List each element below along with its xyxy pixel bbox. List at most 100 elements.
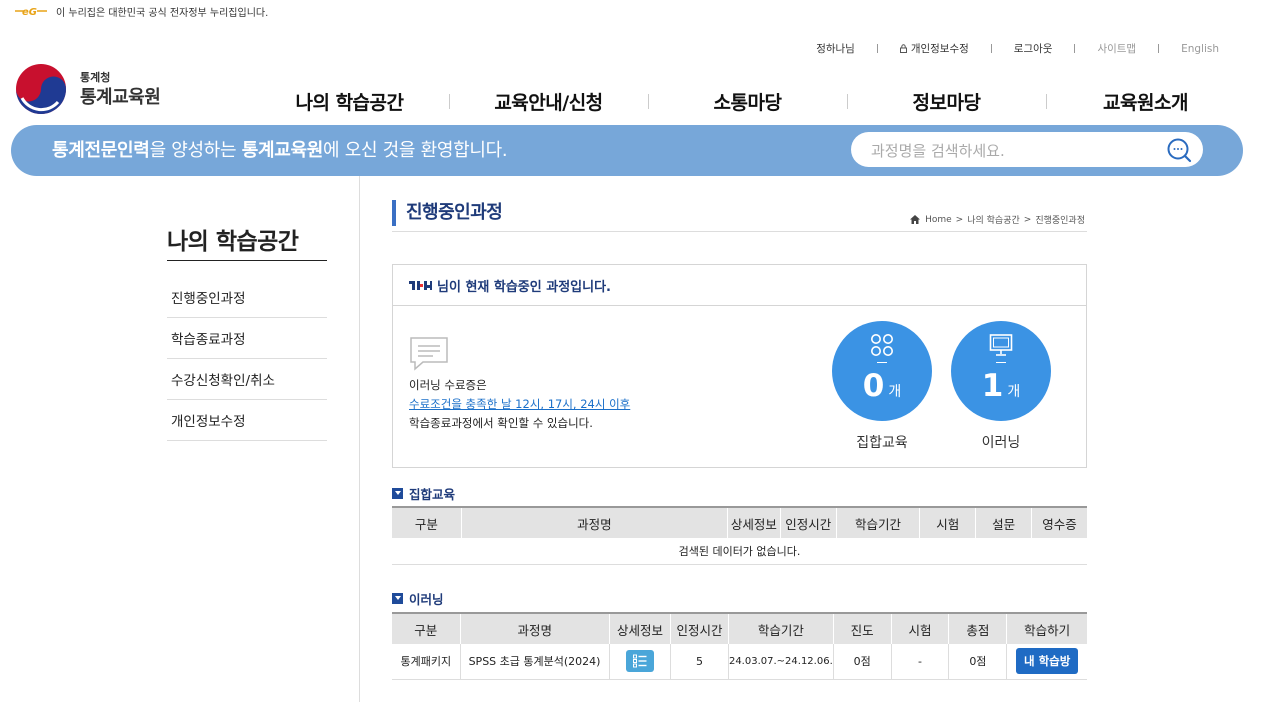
col-header: 과정명 xyxy=(459,612,610,644)
breadcrumb: Home > 나의 학습공간 > 진행중인과정 xyxy=(910,213,1087,226)
cell-period: 24.03.07.~24.12.06. xyxy=(727,644,834,680)
col-header: 총점 xyxy=(948,612,1007,644)
breadcrumb-current: 진행중인과정 xyxy=(1035,216,1085,226)
nav-education-info[interactable]: 교육안내/신청 xyxy=(449,88,648,115)
certificate-note: 이러닝 수료증은 xyxy=(409,378,487,392)
table-header-row: 구분 과정명 상세정보 인정시간 학습기간 시험 설문 영수증 xyxy=(392,506,1087,538)
stat-count: 0 xyxy=(862,368,885,404)
title-underline xyxy=(392,231,1087,232)
site-logo[interactable]: 통계청 통계교육원 xyxy=(14,62,161,116)
col-header: 과정명 xyxy=(460,506,728,538)
breadcrumb-my-learning[interactable]: 나의 학습공간 xyxy=(967,213,1020,226)
stat-elearning: 1개 이러닝 xyxy=(951,321,1051,452)
col-header: 시험 xyxy=(919,506,976,538)
section-bullet-icon xyxy=(392,593,403,604)
cell-progress: 0점 xyxy=(832,644,892,680)
stat-circle: 0개 xyxy=(832,321,932,421)
user-name-link[interactable]: 정하나님 xyxy=(816,41,855,56)
summary-message: 님이 현재 학습중인 과정입니다. xyxy=(437,279,611,295)
sidebar-title: 나의 학습공간 xyxy=(167,222,327,261)
elearning-table: 구분 과정명 상세정보 인정시간 학습기간 진도 시험 총점 학습하기 통계패키… xyxy=(392,612,1087,680)
divider xyxy=(1158,44,1160,53)
stat-count: 1 xyxy=(981,368,1004,404)
list-icon xyxy=(633,654,647,668)
col-header: 구분 xyxy=(392,612,461,644)
monitor-icon xyxy=(989,334,1013,356)
search-input[interactable] xyxy=(851,132,1173,169)
offline-table: 구분 과정명 상세정보 인정시간 학습기간 시험 설문 영수증 검색된 데이터가… xyxy=(392,506,1087,565)
welcome-text: 통계전문인력을 양성하는 통계교육원에 오신 것을 환영합니다. xyxy=(52,140,508,161)
section-offline-title: 집합교육 xyxy=(392,484,455,503)
cell-category: 통계패키지 xyxy=(392,644,461,680)
table-row: 검색된 데이터가 없습니다. xyxy=(392,538,1087,565)
col-header: 시험 xyxy=(890,612,949,644)
page-title: 진행중인과정 xyxy=(392,200,503,226)
stat-label: 이러닝 xyxy=(981,435,1021,451)
speech-bubble-icon xyxy=(410,337,448,371)
empty-message: 검색된 데이터가 없습니다. xyxy=(392,538,1087,565)
sidebar-item-in-progress[interactable]: 진행중인과정 xyxy=(167,277,327,318)
table-row: 통계패키지 SPSS 초급 통계분석(2024) 5 24.03.07.~24.… xyxy=(392,644,1087,680)
nav-about[interactable]: 교육원소개 xyxy=(1046,88,1245,115)
cell-course: SPSS 초급 통계분석(2024) xyxy=(459,644,610,680)
logout-link[interactable]: 로그아웃 xyxy=(1014,41,1053,56)
breadcrumb-home[interactable]: Home xyxy=(925,215,952,225)
sidebar-item-enrollment[interactable]: 수강신청확인/취소 xyxy=(167,359,327,400)
profile-edit-link[interactable]: 개인정보수정 xyxy=(899,41,969,56)
col-header: 학습하기 xyxy=(1006,612,1087,644)
nav-community[interactable]: 소통마당 xyxy=(648,88,847,115)
col-header: 인정시간 xyxy=(670,612,729,644)
section-bullet-icon xyxy=(392,488,403,499)
certificate-condition-link[interactable]: 수료조건을 충족한 날 12시, 17시, 24시 이후 xyxy=(409,396,630,412)
cell-detail xyxy=(608,644,671,680)
gov-banner-text: 이 누리집은 대한민국 공식 전자정부 누리집입니다. xyxy=(56,7,269,19)
cell-hours: 5 xyxy=(670,644,729,680)
stat-circle: 1개 xyxy=(951,321,1051,421)
sitemap-link[interactable]: 사이트맵 xyxy=(1097,41,1136,56)
certificate-note-tail: 학습종료과정에서 확인할 수 있습니다. xyxy=(409,416,593,430)
col-header: 진도 xyxy=(832,612,892,644)
col-header: 인정시간 xyxy=(779,506,837,538)
col-header: 학습기간 xyxy=(835,506,920,538)
my-classroom-button[interactable]: 내 학습방 xyxy=(1015,648,1079,675)
col-header: 구분 xyxy=(392,506,462,538)
gov-banner: eG 이 누리집은 대한민국 공식 전자정부 누리집입니다. xyxy=(14,3,268,19)
cell-exam: - xyxy=(890,644,949,680)
col-header: 상세정보 xyxy=(726,506,781,538)
divider xyxy=(990,44,992,53)
profile-edit-label: 개인정보수정 xyxy=(910,43,969,55)
stat-label: 집합교육 xyxy=(856,435,908,451)
logo-main: 통계교육원 xyxy=(80,86,161,108)
summary-box: 님이 현재 학습중인 과정입니다. 이러닝 수료증은 수료조건을 충족한 날 1… xyxy=(392,264,1087,468)
search-box xyxy=(851,132,1203,169)
sidebar-item-completed[interactable]: 학습종료과정 xyxy=(167,318,327,359)
logo-sub: 통계청 xyxy=(80,70,111,84)
cell-action: 내 학습방 xyxy=(1006,644,1087,680)
sidebar-item-profile[interactable]: 개인정보수정 xyxy=(167,400,327,441)
col-header: 학습기간 xyxy=(727,612,834,644)
divider xyxy=(1074,44,1076,53)
col-header: 영수증 xyxy=(1031,506,1087,538)
home-icon xyxy=(910,215,921,224)
lock-icon xyxy=(899,44,907,53)
table-header-row: 구분 과정명 상세정보 인정시간 학습기간 진도 시험 총점 학습하기 xyxy=(392,612,1087,644)
sidebar-menu: 진행중인과정 학습종료과정 수강신청확인/취소 개인정보수정 xyxy=(167,277,327,441)
search-icon[interactable] xyxy=(1165,136,1193,164)
sidebar-divider xyxy=(359,176,360,702)
taegeuk-logo-icon xyxy=(16,64,66,114)
detail-info-button[interactable] xyxy=(626,650,655,673)
english-link[interactable]: English xyxy=(1181,43,1219,55)
nav-information[interactable]: 정보마당 xyxy=(847,88,1046,115)
col-header: 상세정보 xyxy=(608,612,671,644)
divider xyxy=(876,44,878,53)
cell-total: 0점 xyxy=(948,644,1007,680)
svg-text:eG: eG xyxy=(22,7,37,17)
nav-my-learning[interactable]: 나의 학습공간 xyxy=(250,88,449,115)
egov-logo-icon: eG xyxy=(15,7,47,17)
col-header: 설문 xyxy=(975,506,1032,538)
main-nav: 나의 학습공간 교육안내/신청 소통마당 정보마당 교육원소개 xyxy=(250,85,1245,117)
masked-user-name xyxy=(409,281,432,290)
group-icon xyxy=(871,334,893,356)
section-elearning-title: 이러닝 xyxy=(392,589,444,608)
stat-offline: 0개 집합교육 xyxy=(832,321,932,452)
